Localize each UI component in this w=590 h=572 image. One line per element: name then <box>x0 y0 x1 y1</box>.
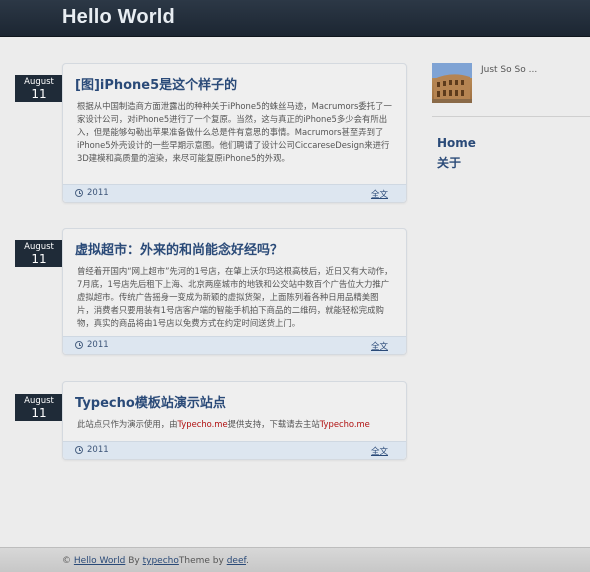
sidebar-nav: Home 关于 <box>437 133 476 173</box>
footer-theme-by-text: Theme by <box>178 556 224 566</box>
read-more-link[interactable]: 全文 <box>371 445 388 457</box>
nav-home-link[interactable]: Home <box>437 133 476 153</box>
read-more-link[interactable]: 全文 <box>371 188 388 200</box>
excerpt-text: 此站点只作为演示使用，由 <box>77 419 178 429</box>
copyright-symbol: © <box>62 556 71 566</box>
post-meta-bar: 2011 全文 <box>63 184 406 202</box>
post-year: 2011 <box>87 340 109 350</box>
date-ribbon: August 11 <box>15 394 68 421</box>
nav-about-link[interactable]: 关于 <box>437 153 476 173</box>
date-ribbon: August 11 <box>15 240 68 267</box>
post-title-link[interactable]: 虚拟超市：外来的和尚能念好经吗？ <box>75 242 394 259</box>
site-tagline: Just So So ... <box>481 65 538 75</box>
post-meta-bar: 2011 全文 <box>63 336 406 354</box>
post-card: [图]iPhone5是这个样子的 根据从中国制造商方面泄露出的种种关于iPhon… <box>62 63 407 203</box>
typecho-me-link[interactable]: Typecho.me <box>320 419 370 429</box>
typecho-me-link[interactable]: Typecho.me <box>178 419 228 429</box>
post-card: 虚拟超市：外来的和尚能念好经吗？ 曾经着开国内“网上超市”先河的1号店，在肇上沃… <box>62 228 407 355</box>
excerpt-text: 提供支持，下载请去主站 <box>227 419 320 429</box>
colosseum-image <box>432 63 472 103</box>
footer-site-link[interactable]: Hello World <box>74 556 125 566</box>
footer-typecho-link[interactable]: typecho <box>143 556 179 566</box>
sidebar-divider <box>432 116 590 117</box>
date-day: 11 <box>31 252 47 266</box>
avatar <box>432 63 472 103</box>
post-excerpt: 此站点只作为演示使用，由Typecho.me提供支持，下载请去主站Typecho… <box>77 418 394 431</box>
clock-icon <box>75 189 83 197</box>
footer-by-text: By <box>128 556 140 566</box>
post-card: Typecho模板站演示站点 此站点只作为演示使用，由Typecho.me提供支… <box>62 381 407 460</box>
post-excerpt: 曾经着开国内“网上超市”先河的1号店，在肇上沃尔玛这根高枝后，近日又有大动作，7… <box>77 266 393 328</box>
date-ribbon: August 11 <box>15 75 68 102</box>
post-excerpt: 根据从中国制造商方面泄露出的种种关于iPhone5的蛛丝马迹，Macrumors… <box>77 101 392 163</box>
footer-end-text: . <box>246 556 249 566</box>
footer-author-link[interactable]: deef <box>227 556 246 566</box>
post-year: 2011 <box>87 188 109 198</box>
post-year: 2011 <box>87 445 109 455</box>
clock-icon <box>75 446 83 454</box>
post-title-link[interactable]: Typecho模板站演示站点 <box>75 395 394 412</box>
clock-icon <box>75 341 83 349</box>
post-meta-bar: 2011 全文 <box>63 441 406 459</box>
post-title-link[interactable]: [图]iPhone5是这个样子的 <box>75 77 394 94</box>
site-footer: © Hello World By typechoTheme by deef. <box>0 547 590 572</box>
date-day: 11 <box>31 406 47 420</box>
read-more-link[interactable]: 全文 <box>371 340 388 352</box>
date-day: 11 <box>31 87 47 101</box>
site-header: Hello World <box>0 0 590 37</box>
site-title-link[interactable]: Hello World <box>62 6 175 29</box>
